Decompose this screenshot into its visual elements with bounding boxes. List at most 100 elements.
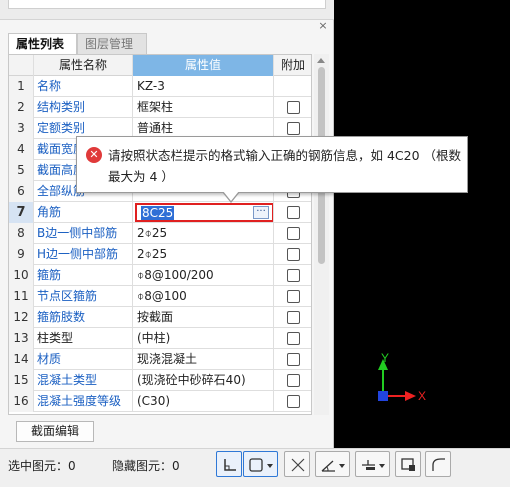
add-cell (274, 391, 311, 412)
table-row[interactable]: 7 角筋 8C25 ··· (9, 202, 311, 223)
angle-icon (321, 460, 345, 472)
add-cell (274, 223, 311, 244)
tab-layer-management[interactable]: 图层管理 (77, 33, 147, 54)
cross-icon (291, 458, 305, 472)
row-number: 12 (9, 307, 34, 328)
add-checkbox[interactable] (287, 206, 300, 219)
property-value[interactable]: 按截面 (133, 307, 274, 328)
ortho-snap-button[interactable] (216, 451, 242, 477)
property-name[interactable]: 箍筋肢数 (34, 307, 133, 328)
add-cell (274, 286, 311, 307)
add-cell (274, 349, 311, 370)
property-name[interactable]: 角筋 (34, 202, 133, 223)
add-checkbox[interactable] (287, 290, 300, 303)
x-axis-label: X (418, 389, 426, 403)
property-value[interactable]: ⌽8@100 (133, 286, 274, 307)
property-name[interactable]: B边一侧中部筋 (34, 223, 133, 244)
3d-canvas[interactable]: Y X (334, 0, 510, 448)
status-bar: 选中图元：0 隐藏图元：0 (0, 448, 510, 487)
angle-tool-dropdown[interactable] (315, 451, 350, 477)
add-checkbox[interactable] (287, 374, 300, 387)
property-value[interactable]: 框架柱 (133, 97, 274, 118)
add-cell (274, 265, 311, 286)
grid-header: 属性名称 属性值 附加 (9, 55, 311, 76)
header-add: 附加 (280, 58, 305, 72)
vertical-scrollbar[interactable] (314, 54, 329, 415)
property-value[interactable]: 2⌽25 (133, 223, 274, 244)
table-row[interactable]: 1 名称 KZ-3 (9, 76, 311, 97)
property-value[interactable]: KZ-3 (133, 76, 274, 97)
section-edit-button[interactable]: 截面编辑 (16, 421, 94, 442)
header-num-cell (9, 55, 34, 76)
hidden-count: 隐藏图元：0 (112, 459, 180, 473)
property-value[interactable] (133, 202, 274, 223)
property-value[interactable]: ⌽8@100/200 (133, 265, 274, 286)
table-row[interactable]: 14 材质 现浇混凝土 (9, 349, 311, 370)
add-checkbox[interactable] (287, 248, 300, 261)
curve-tool-button[interactable] (425, 451, 451, 477)
snap-mode-dropdown[interactable] (355, 451, 390, 477)
row-number: 9 (9, 244, 34, 265)
property-value[interactable]: 现浇混凝土 (133, 349, 274, 370)
table-row[interactable]: 10 箍筋 ⌽8@100/200 (9, 265, 311, 286)
header-name: 属性名称 (34, 55, 133, 76)
header-value: 属性值 (133, 55, 274, 76)
error-icon: ✕ (86, 147, 102, 163)
z-axis-box-icon (378, 391, 388, 401)
row-number: 3 (9, 118, 34, 139)
table-row[interactable]: 12 箍筋肢数 按截面 (9, 307, 311, 328)
table-row[interactable]: 11 节点区箍筋 ⌽8@100 (9, 286, 311, 307)
property-value[interactable]: (现浇砼中砂碎石40) (133, 370, 274, 391)
add-checkbox[interactable] (287, 332, 300, 345)
add-checkbox[interactable] (287, 353, 300, 366)
add-checkbox[interactable] (287, 269, 300, 282)
property-name[interactable]: 混凝土强度等级 (34, 391, 133, 412)
property-name: 柱类型 (34, 328, 133, 349)
add-checkbox[interactable] (287, 311, 300, 324)
row-number: 1 (9, 76, 34, 97)
add-checkbox[interactable] (287, 101, 300, 114)
tab-property-list[interactable]: 属性列表 (8, 33, 77, 54)
row-number: 6 (9, 181, 34, 202)
property-name[interactable]: 材质 (34, 349, 133, 370)
display-settings-button[interactable] (395, 451, 421, 477)
cross-select-button[interactable] (284, 451, 310, 477)
ortho-icon (224, 459, 236, 471)
table-row[interactable]: 15 混凝土类型 (现浇砼中砂碎石40) (9, 370, 311, 391)
scroll-up-icon[interactable] (317, 58, 325, 63)
property-name[interactable]: 混凝土类型 (34, 370, 133, 391)
property-name[interactable]: H边一侧中部筋 (34, 244, 133, 265)
select-mode-dropdown[interactable] (243, 451, 278, 477)
property-name[interactable]: 结构类别 (34, 97, 133, 118)
property-name[interactable]: 节点区箍筋 (34, 286, 133, 307)
curve-icon (432, 458, 445, 471)
property-value[interactable]: (C30) (133, 391, 274, 412)
close-icon[interactable]: × (316, 20, 330, 32)
table-row[interactable]: 2 结构类别 框架柱 (9, 97, 311, 118)
row-number: 8 (9, 223, 34, 244)
row-number: 7 (9, 202, 34, 223)
table-row[interactable]: 8 B边一侧中部筋 2⌽25 (9, 223, 311, 244)
property-value[interactable]: (中柱) (133, 328, 274, 349)
table-row[interactable]: 16 混凝土强度等级 (C30) (9, 391, 311, 412)
y-axis-label: Y (381, 351, 389, 365)
property-value[interactable]: 2⌽25 (133, 244, 274, 265)
property-panel: × 属性列表 图层管理 属性名称 属性值 附加 1 名称 KZ-3 2 结构类别 框架柱 3… (0, 0, 334, 448)
property-name[interactable]: 名称 (34, 76, 133, 97)
selected-count: 选中图元：0 (8, 459, 76, 473)
row-number: 13 (9, 328, 34, 349)
table-row[interactable]: 13 柱类型 (中柱) (9, 328, 311, 349)
property-name[interactable]: 箍筋 (34, 265, 133, 286)
add-checkbox[interactable] (287, 395, 300, 408)
monitor-icon (401, 458, 415, 471)
table-row[interactable]: 9 H边一侧中部筋 2⌽25 (9, 244, 311, 265)
error-message: 请按照状态栏提示的格式输入正确的钢筋信息，如 4C20 （根数最大为 4 ） (108, 148, 462, 184)
add-checkbox[interactable] (287, 122, 300, 135)
add-cell (274, 97, 311, 118)
row-number: 11 (9, 286, 34, 307)
x-arrow-icon (405, 391, 416, 401)
add-checkbox[interactable] (287, 227, 300, 240)
row-number: 2 (9, 97, 34, 118)
property-grid: 属性名称 属性值 附加 1 名称 KZ-3 2 结构类别 框架柱 3 定额类别 普通柱 4 截面宽度… (8, 54, 312, 415)
axis-gizmo: Y X (378, 351, 426, 403)
